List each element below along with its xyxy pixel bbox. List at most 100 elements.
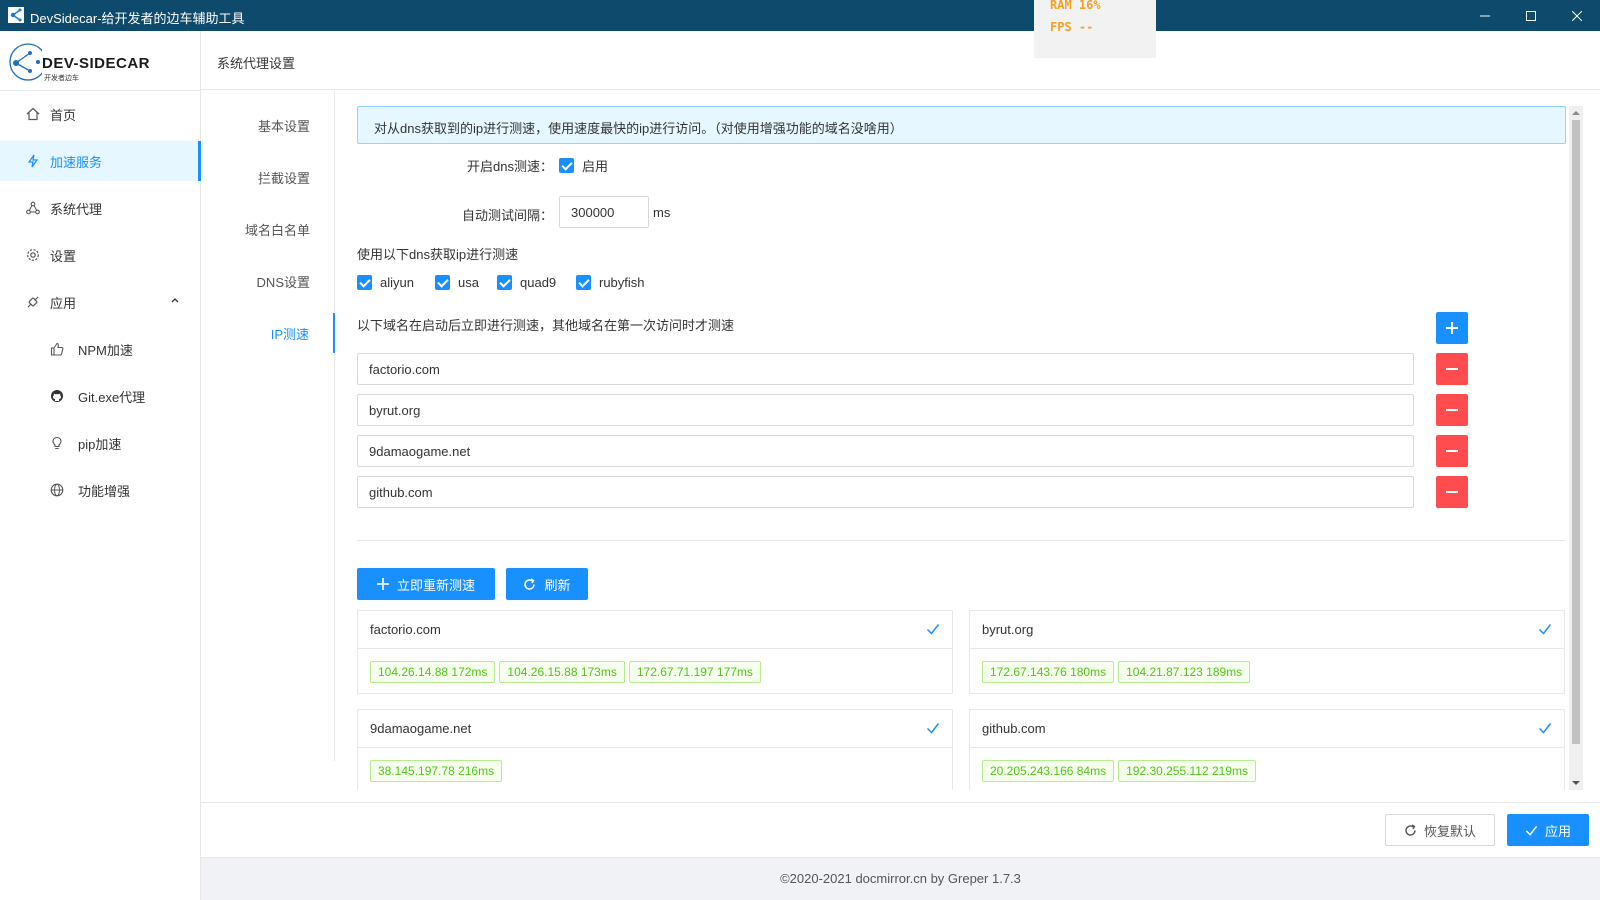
globe-icon [49,482,65,498]
result-card-body: 104.26.14.88 172ms 104.26.15.88 173ms 17… [358,649,952,693]
tab-label: 拦截设置 [257,170,310,186]
apply-label: 应用 [1544,823,1571,839]
dns-test-label: 开启dns测速： [467,159,553,174]
domain-input[interactable]: github.com [357,476,1414,508]
result-domain: 9damaogame.net [370,721,472,736]
remove-domain-button[interactable] [1436,394,1468,426]
tab-dns[interactable]: DNS设置 [200,261,334,301]
logo-icon [9,43,42,81]
ram-readout: RAM 16% [1050,0,1101,12]
sidebar-item-home[interactable]: 首页 [0,94,201,134]
dns-option-aliyun[interactable]: aliyun [357,275,414,290]
remove-domain-button[interactable] [1436,476,1468,508]
bulb-icon [49,435,65,451]
maximize-icon [1526,10,1536,21]
gear-icon [25,247,41,263]
sidebar-item-npm[interactable]: NPM加速 [0,329,201,369]
logo-subtext: 开发者边车 [44,75,79,82]
close-button[interactable] [1554,0,1600,31]
plus-icon [376,578,389,590]
refresh-button[interactable]: 刷新 [506,568,588,600]
checkbox-checked-icon [357,275,372,290]
interval-unit: ms [653,205,671,220]
remove-domain-button[interactable] [1436,353,1468,385]
result-card: github.com 20.205.243.166 84ms 192.30.25… [969,709,1565,790]
section-divider [357,540,1566,541]
check-icon [926,624,940,635]
dns-test-checkbox[interactable]: 启用 [559,156,608,175]
sidebar-item-label: 应用 [50,295,77,311]
sidebar-item-enhance[interactable]: 功能增强 [0,470,201,510]
result-card: factorio.com 104.26.14.88 172ms 104.26.1… [357,610,953,694]
reset-default-button[interactable]: 恢复默认 [1385,814,1495,846]
sidebar-item-settings[interactable]: 设置 [0,235,201,275]
result-domain: github.com [982,721,1046,736]
home-icon [25,106,41,122]
tab-label: DNS设置 [256,274,310,290]
minus-icon [1446,368,1458,370]
tab-whitelist[interactable]: 域名白名单 [200,209,334,249]
remove-domain-button[interactable] [1436,435,1468,467]
footer: ©2020-2021 docmirror.cn by Greper 1.7.3 [201,857,1600,900]
retest-button[interactable]: 立即重新测速 [357,568,495,600]
checkbox-checked-icon [497,275,512,290]
domain-input[interactable]: byrut.org [357,394,1414,426]
scroll-down-icon[interactable] [1572,779,1580,787]
sidebar-item-label: 设置 [50,248,77,264]
add-domain-button[interactable] [1436,312,1468,344]
sidebar-item-system-proxy[interactable]: 系统代理 [0,188,201,228]
interval-input[interactable]: 300000 [559,196,649,228]
minus-icon [1446,450,1458,452]
content-scrollbar[interactable] [1569,106,1583,790]
sidebar: DEV-SIDECAR 开发者边车 首页 加速服务 系统代理 设置 应用 NPM… [0,31,201,900]
dns-option-rubyfish[interactable]: rubyfish [576,275,645,290]
result-domain: byrut.org [982,622,1034,637]
scroll-up-icon[interactable] [1572,109,1580,117]
sidebar-item-pip[interactable]: pip加速 [0,423,201,463]
result-card-header: factorio.com [358,611,952,649]
main-header: 系统代理设置 [201,31,1600,90]
tab-label: IP测速 [270,326,309,342]
check-icon [1525,824,1538,837]
tab-basic[interactable]: 基本设置 [200,105,334,145]
scrollbar-thumb[interactable] [1572,120,1580,744]
result-card-header: github.com [970,710,1564,748]
reload-icon [1404,823,1417,837]
tab-label: 基本设置 [257,118,310,134]
sidebar-item-acceleration[interactable]: 加速服务 [0,141,201,181]
result-card-header: byrut.org [970,611,1564,649]
sidebar-item-apps[interactable]: 应用 [0,282,201,322]
minimize-button[interactable] [1462,0,1508,31]
app-icon [8,7,24,23]
sidebar-item-label: 功能增强 [78,483,131,499]
apply-button[interactable]: 应用 [1507,814,1589,846]
domain-input[interactable]: factorio.com [357,353,1414,385]
tab-intercept[interactable]: 拦截设置 [200,157,334,197]
window-title: DevSidecar-给开发者的边车辅助工具 [30,11,245,26]
logo-text: DEV-SIDECAR [42,55,151,72]
logo-divider [0,90,200,91]
dns-option-quad9[interactable]: quad9 [497,275,556,290]
dns-option-label: usa [458,275,479,290]
tab-ip-speedtest[interactable]: IP测速 [201,313,335,353]
result-card: 9damaogame.net 38.145.197.78 216ms [357,709,953,790]
domains-label: 以下域名在启动后立即进行测速，其他域名在第一次访问时才测速 [357,318,735,333]
result-card-body: 172.67.143.76 180ms 104.21.87.123 189ms [970,649,1564,693]
ip-tag: 38.145.197.78 216ms [370,760,503,782]
page-title: 系统代理设置 [217,56,296,71]
minus-icon [1446,491,1458,493]
domain-input[interactable]: 9damaogame.net [357,435,1414,467]
chevron-up-icon [171,298,179,303]
fps-readout: FPS -- [1050,20,1094,34]
performance-overlay: RAM 16% FPS -- [1034,0,1156,58]
refresh-button-label: 刷新 [544,577,571,593]
checkbox-checked-icon [576,275,591,290]
thunderbolt-icon [25,153,41,169]
sidebar-item-git[interactable]: Git.exe代理 [0,376,201,416]
maximize-button[interactable] [1508,0,1554,31]
api-icon [25,294,41,310]
logo: DEV-SIDECAR 开发者边车 [8,41,198,87]
action-bar: 恢复默认 应用 [201,802,1600,857]
close-icon [1572,10,1582,21]
dns-option-usa[interactable]: usa [435,275,479,290]
